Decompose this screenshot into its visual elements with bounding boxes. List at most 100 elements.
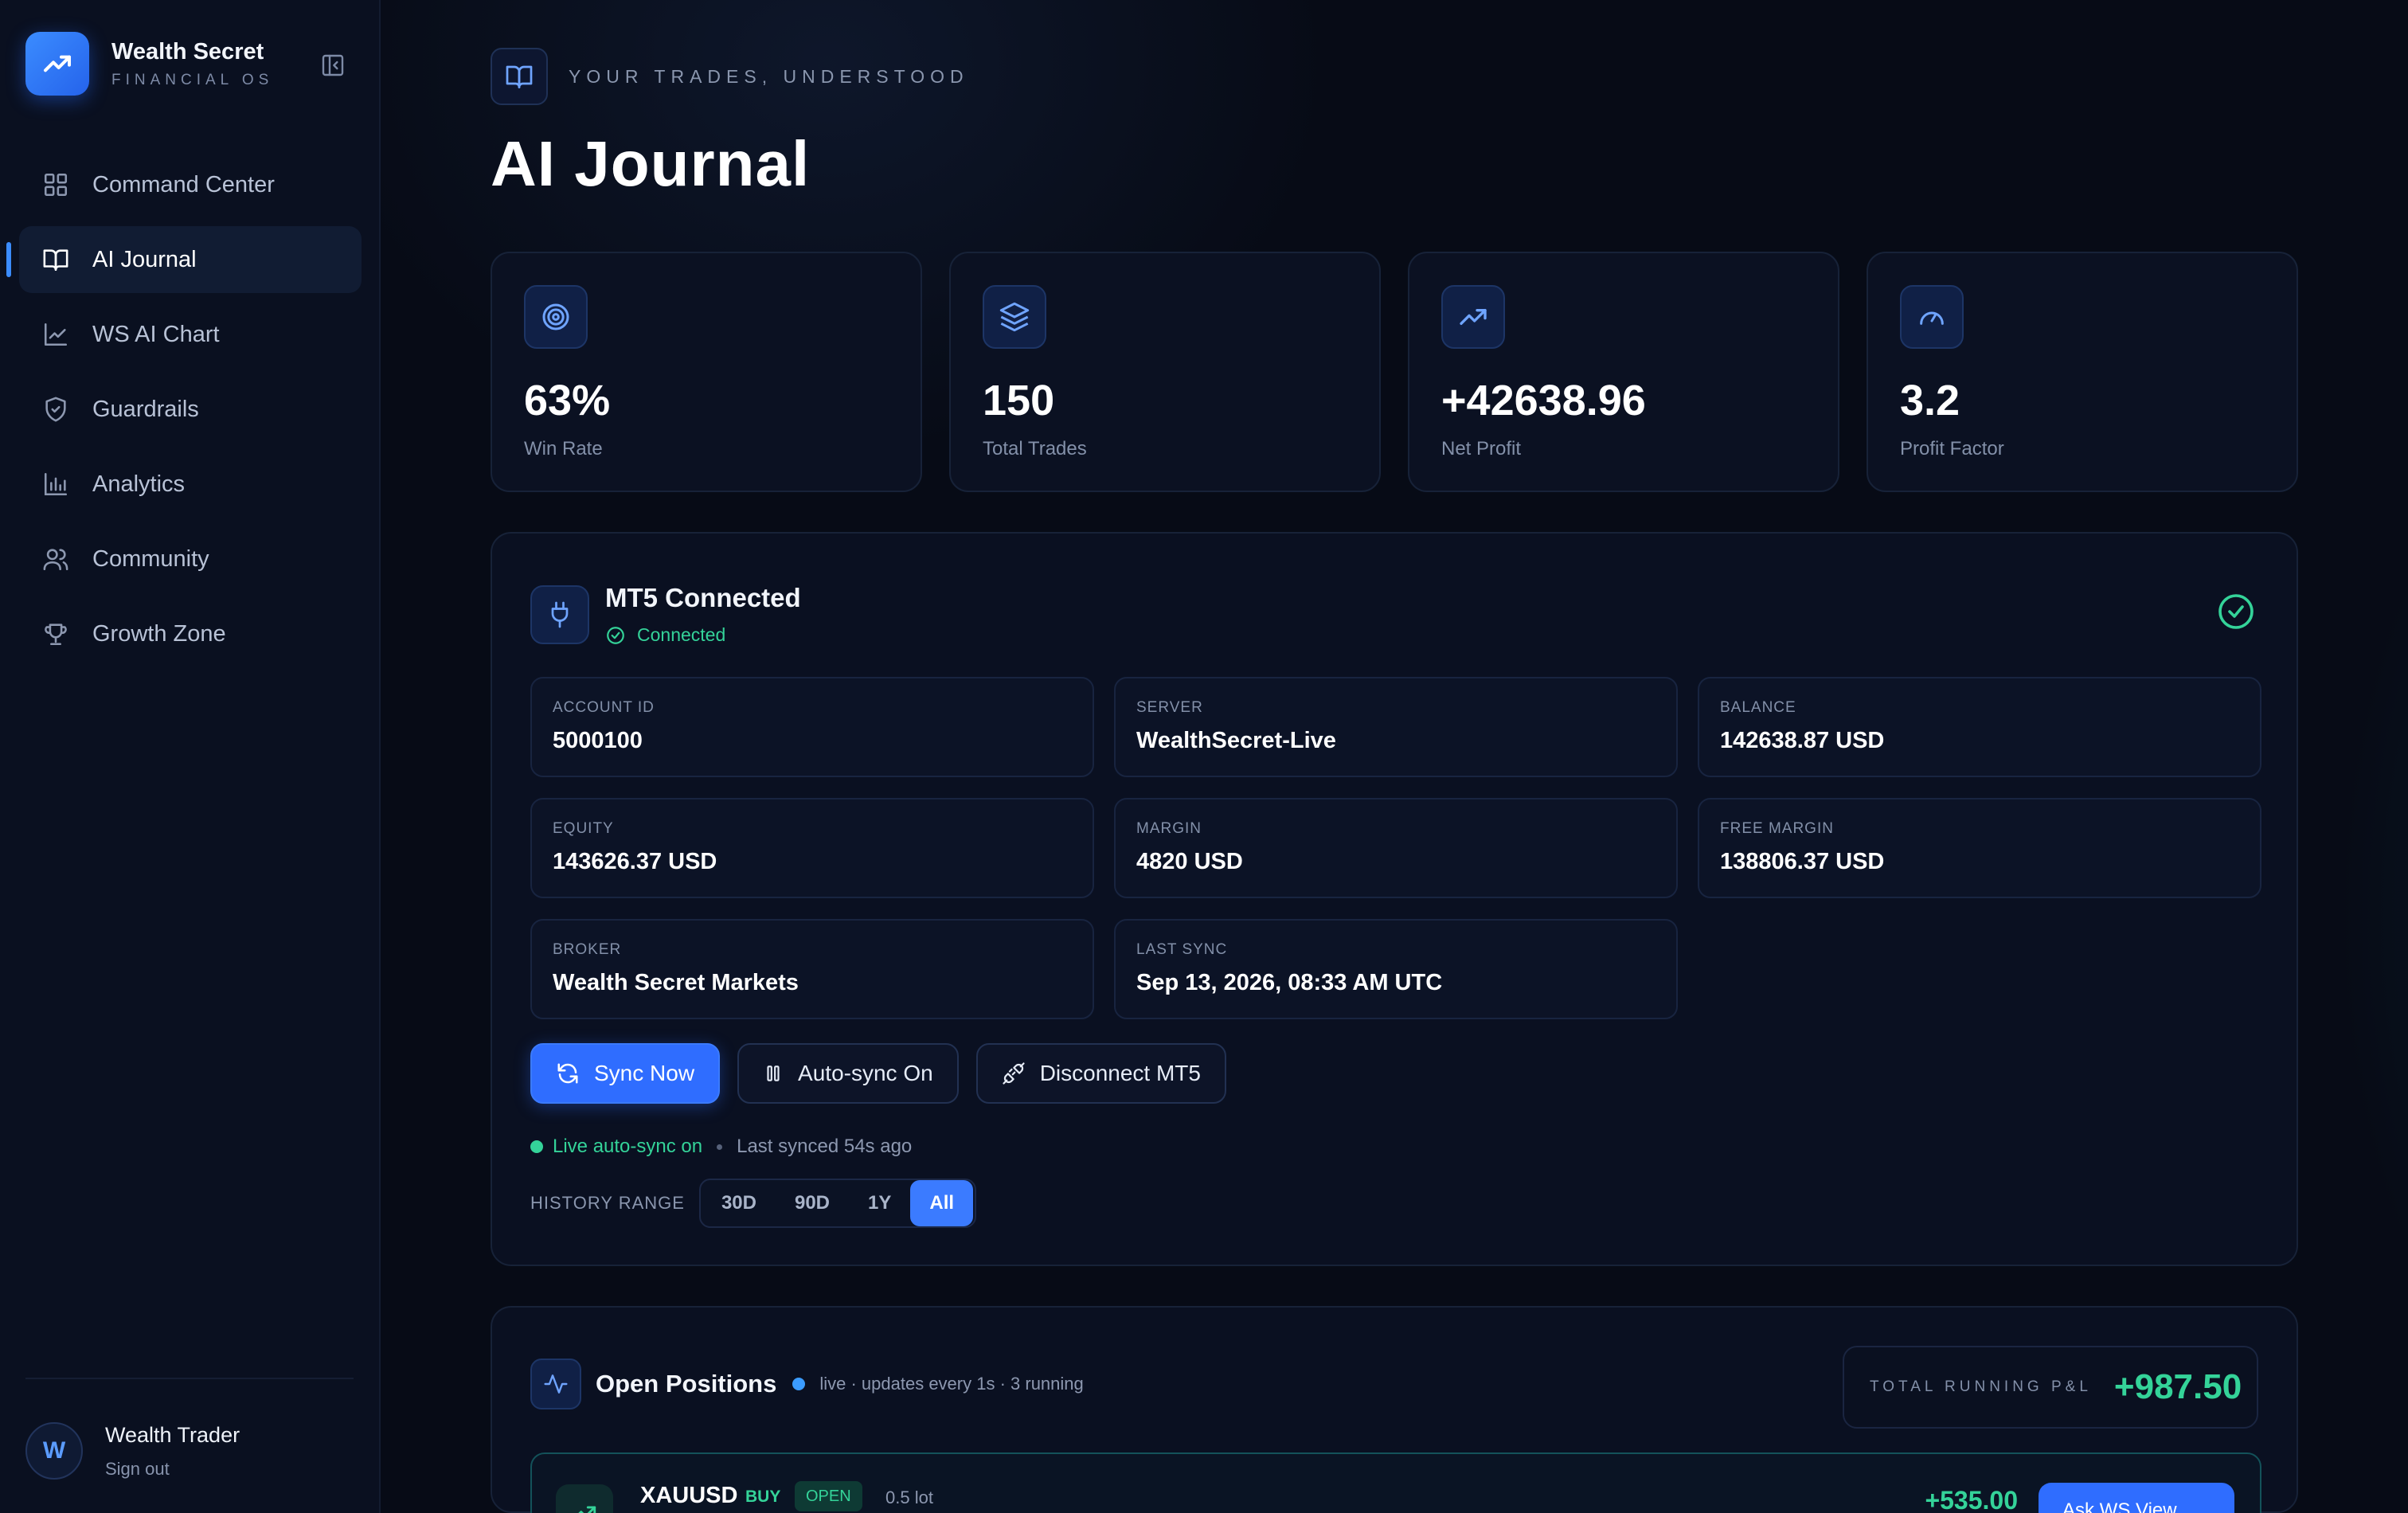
user-menu: W Wealth Trader Sign out [25, 1422, 240, 1480]
live-indicator-dot [792, 1378, 806, 1390]
sidebar-item-ws-ai-chart[interactable]: WS AI Chart [19, 301, 362, 368]
sidebar-item-community[interactable]: Community [19, 526, 362, 592]
field-value: Wealth Secret Markets [553, 970, 799, 995]
live-sync-status: Live auto-sync on Last synced 54s ago [530, 1136, 912, 1158]
trending-up-icon [1441, 285, 1505, 349]
range-option-30d[interactable]: 30D [702, 1180, 776, 1226]
brand-name: Wealth Secret [111, 38, 264, 65]
field-value: 138806.37 USD [1720, 849, 1885, 874]
content: YOUR TRADES, UNDERSTOOD AI Journal 63% W… [491, 48, 2298, 1513]
stat-label: Total Trades [983, 438, 1087, 459]
field-last-sync: LAST SYNC Sep 13, 2026, 08:33 AM UTC [1114, 919, 1678, 1019]
field-value: WealthSecret-Live [1136, 728, 1336, 753]
check-circle-icon [2217, 592, 2255, 635]
field-margin: MARGIN 4820 USD [1114, 798, 1678, 898]
layers-icon [983, 285, 1046, 349]
history-range: HISTORY RANGE 30D 90D 1Y All [530, 1179, 977, 1228]
grid-icon [41, 170, 70, 199]
auto-sync-label: Auto-sync On [798, 1061, 933, 1085]
sidebar-item-command-center[interactable]: Command Center [19, 151, 362, 218]
book-icon [41, 245, 70, 274]
sidebar-item-label: Command Center [92, 171, 275, 197]
last-synced-text: Last synced 54s ago [737, 1136, 913, 1157]
shield-icon [41, 395, 70, 424]
field-value: Sep 13, 2026, 08:33 AM UTC [1136, 970, 1443, 995]
auto-sync-button[interactable]: Auto-sync On [737, 1043, 959, 1104]
ask-ws-view-label: Ask WS View [2062, 1499, 2177, 1513]
sidebar-collapse-button[interactable] [317, 49, 349, 81]
field-equity: EQUITY 143626.37 USD [530, 798, 1094, 898]
sidebar-item-label: Growth Zone [92, 620, 226, 647]
sidebar-item-guardrails[interactable]: Guardrails [19, 376, 362, 443]
panel-left-icon [322, 54, 344, 76]
stat-value: 3.2 [1900, 377, 1960, 424]
stat-value: 150 [983, 377, 1055, 424]
page-eyebrow: YOUR TRADES, UNDERSTOOD [491, 48, 2298, 105]
sidebar-item-growth-zone[interactable]: Growth Zone [19, 600, 362, 667]
stat-card-total-trades: 150 Total Trades [949, 252, 1381, 492]
field-value: 142638.87 USD [1720, 728, 1885, 753]
field-server: SERVER WealthSecret-Live [1114, 677, 1678, 777]
main-content: YOUR TRADES, UNDERSTOOD AI Journal 63% W… [381, 0, 2408, 1513]
field-value: 4820 USD [1136, 849, 1243, 874]
brand[interactable]: Wealth Secret FINANCIAL OS [25, 32, 273, 96]
unplug-icon [1003, 1062, 1025, 1085]
range-option-all[interactable]: All [910, 1180, 974, 1226]
field-label: BROKER [553, 941, 622, 958]
stats-row: 63% Win Rate 150 Total Trades +42638.96 … [491, 252, 2298, 492]
connection-status-text: Connected [637, 624, 726, 645]
field-value: 143626.37 USD [553, 849, 717, 874]
gauge-icon [1900, 285, 1964, 349]
mt5-titles: MT5 Connected Connected [605, 583, 801, 646]
field-label: MARGIN [1136, 820, 1202, 837]
stat-value: +42638.96 [1441, 377, 1646, 424]
sync-now-button[interactable]: Sync Now [530, 1043, 721, 1104]
positions-header: Open Positions live · updates every 1s ·… [530, 1359, 1084, 1409]
position-row[interactable]: XAUUSD BUY OPEN 0.5 lot +535.00 Ask WS V… [530, 1452, 2261, 1513]
field-account-id: ACCOUNT ID 5000100 [530, 677, 1094, 777]
positions-title: Open Positions [596, 1370, 777, 1398]
stat-value: 63% [524, 377, 611, 424]
sidebar-item-ai-journal[interactable]: AI Journal [6, 226, 362, 293]
mt5-title: MT5 Connected [605, 583, 801, 612]
refresh-icon [557, 1063, 578, 1084]
stat-card-net-profit: +42638.96 Net Profit [1408, 252, 1839, 492]
user-text: Wealth Trader Sign out [105, 1423, 240, 1480]
stat-label: Net Profit [1441, 438, 1522, 459]
range-option-90d[interactable]: 90D [776, 1180, 849, 1226]
pnl-value: +987.50 [2113, 1367, 2242, 1406]
history-range-selector: 30D 90D 1Y All [698, 1179, 977, 1228]
avatar[interactable]: W [25, 1422, 83, 1480]
sidebar-nav: Command Center AI Journal WS AI Chart Gu… [6, 151, 362, 675]
ask-ws-view-button[interactable]: Ask WS View [2039, 1483, 2234, 1513]
pnl-label: TOTAL RUNNING P&L [1870, 1378, 2092, 1395]
eyebrow-text: YOUR TRADES, UNDERSTOOD [569, 65, 969, 87]
trending-up-icon [556, 1484, 613, 1513]
pause-icon [767, 1065, 780, 1081]
sign-out-link[interactable]: Sign out [105, 1459, 240, 1480]
user-name: Wealth Trader [105, 1422, 240, 1447]
mt5-connection-panel: MT5 Connected Connected ACCOUNT ID 50001… [491, 532, 2298, 1266]
field-label: BALANCE [1720, 699, 1796, 716]
sidebar-item-analytics[interactable]: Analytics [19, 451, 362, 518]
connection-status: Connected [605, 624, 801, 646]
range-option-1y[interactable]: 1Y [849, 1180, 910, 1226]
stat-label: Win Rate [524, 438, 603, 459]
open-positions-panel: Open Positions live · updates every 1s ·… [491, 1306, 2298, 1513]
book-icon [491, 48, 548, 105]
field-balance: BALANCE 142638.87 USD [1698, 677, 2261, 777]
plug-icon [530, 584, 589, 644]
field-label: SERVER [1136, 699, 1203, 716]
activity-icon [530, 1359, 581, 1409]
trophy-icon [41, 620, 70, 648]
sidebar-item-label: AI Journal [92, 246, 197, 272]
sync-now-label: Sync Now [594, 1061, 695, 1085]
positions-meta: live · updates every 1s · 3 running [819, 1374, 1084, 1394]
app-root: Wealth Secret FINANCIAL OS Command Cente… [0, 0, 2408, 1513]
line-chart-icon [41, 320, 70, 349]
sidebar: Wealth Secret FINANCIAL OS Command Cente… [0, 0, 381, 1513]
field-label: FREE MARGIN [1720, 820, 1834, 837]
stat-card-win-rate: 63% Win Rate [491, 252, 922, 492]
disconnect-mt5-button[interactable]: Disconnect MT5 [975, 1043, 1226, 1104]
account-fields: ACCOUNT ID 5000100 SERVER WealthSecret-L… [530, 677, 2261, 1019]
